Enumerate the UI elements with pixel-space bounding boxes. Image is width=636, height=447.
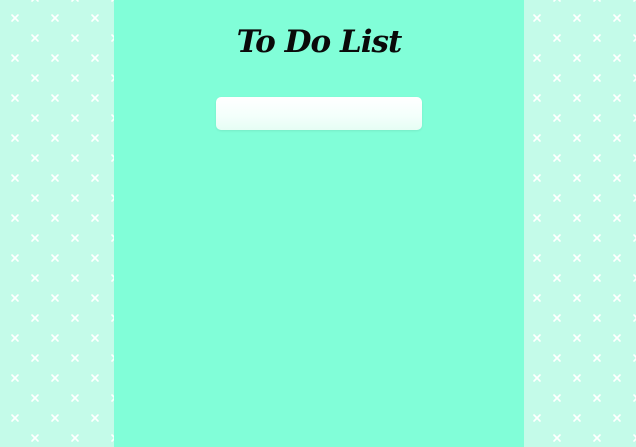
new-task-input[interactable]	[216, 97, 422, 130]
background-pattern-left	[0, 0, 114, 447]
todo-panel: To Do List	[114, 0, 524, 447]
x-pattern-icon	[524, 0, 636, 447]
page-title: To Do List	[236, 24, 403, 60]
x-pattern-icon	[0, 0, 114, 447]
background-pattern-right	[524, 0, 636, 447]
